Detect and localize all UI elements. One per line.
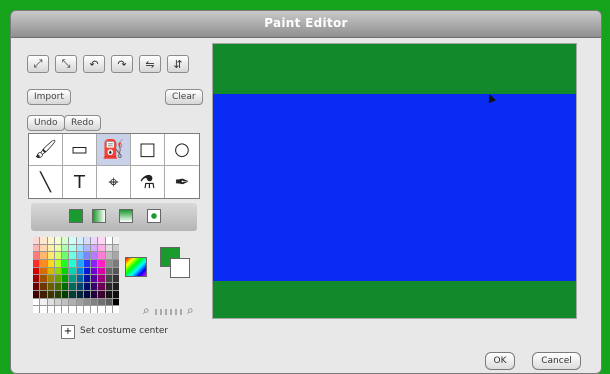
select-tool[interactable]: ⌖ [97, 166, 131, 198]
stamp-tool[interactable]: ⚗ [131, 166, 165, 198]
eyedropper-tool[interactable]: ✒ [165, 166, 199, 198]
rectangle-tool[interactable]: □ [131, 134, 165, 166]
tool-palette: 🖌 ▭ ⛽ □ ○ ╲ T ⌖ ⚗ ✒ [28, 133, 200, 199]
import-button[interactable]: Import [27, 89, 71, 105]
clear-button[interactable]: Clear [165, 89, 203, 105]
cancel-button[interactable]: Cancel [532, 352, 581, 370]
fill-vertical-gradient-option[interactable] [119, 209, 133, 223]
title-bar: Paint Editor [11, 11, 601, 38]
flip-horizontal-icon[interactable]: ⇋ [139, 55, 161, 73]
paint-canvas[interactable] [212, 43, 577, 319]
flip-vertical-icon[interactable]: ⇵ [167, 55, 189, 73]
brush-tool[interactable]: 🖌 [29, 134, 63, 166]
fill-radial-gradient-option[interactable] [147, 209, 161, 223]
canvas-top-band [213, 44, 576, 94]
undo-button[interactable]: Undo [27, 115, 65, 131]
eyedropper-icon: ✒ [174, 171, 190, 193]
top-tool-buttons: ⤢ ⤡ ↶ ↷ ⇋ ⇵ [27, 55, 189, 73]
zoom-slider[interactable] [155, 309, 183, 315]
line-icon: ╲ [40, 171, 51, 193]
text-icon: T [74, 171, 85, 193]
redo-button[interactable]: Redo [64, 115, 101, 131]
canvas-blue-fill [213, 94, 576, 281]
rectangle-icon: □ [138, 139, 156, 160]
select-icon: ⌖ [108, 171, 119, 193]
paint-editor-window: Paint Editor ⤢ ⤡ ↶ ↷ ⇋ ⇵ Import Clear Un… [10, 10, 602, 374]
rotate-left-icon[interactable]: ↶ [83, 55, 105, 73]
ellipse-tool[interactable]: ○ [165, 134, 199, 166]
line-tool[interactable]: ╲ [29, 166, 63, 198]
canvas-bottom-band [213, 281, 576, 318]
zoom-in-icon[interactable]: ⌕ [187, 303, 194, 318]
color-spectrum[interactable] [125, 257, 147, 277]
set-center-icon[interactable]: + [61, 325, 75, 339]
stamp-icon: ⚗ [139, 171, 156, 193]
fill-options [31, 203, 197, 231]
text-tool[interactable]: T [63, 166, 97, 198]
zoom-in-icon[interactable]: ⤢ [27, 55, 49, 73]
eraser-tool[interactable]: ▭ [63, 134, 97, 166]
fill-tool[interactable]: ⛽ [97, 134, 131, 166]
eraser-icon: ▭ [70, 139, 88, 160]
set-costume-center-label[interactable]: Set costume center [80, 326, 168, 336]
fill-bucket-icon: ⛽ [102, 139, 125, 160]
fill-horizontal-gradient-option[interactable] [92, 209, 106, 223]
ok-button[interactable]: OK [485, 352, 515, 370]
zoom-out-icon[interactable]: ⤡ [55, 55, 77, 73]
brush-icon: 🖌 [34, 139, 57, 160]
secondary-color-swatch[interactable] [170, 258, 190, 278]
rotate-right-icon[interactable]: ↷ [111, 55, 133, 73]
color-palette[interactable] [33, 237, 119, 313]
fill-solid-option[interactable] [69, 209, 83, 223]
window-title: Paint Editor [264, 16, 348, 30]
zoom-out-icon[interactable]: ⌕ [143, 303, 150, 318]
ellipse-icon: ○ [174, 139, 190, 160]
